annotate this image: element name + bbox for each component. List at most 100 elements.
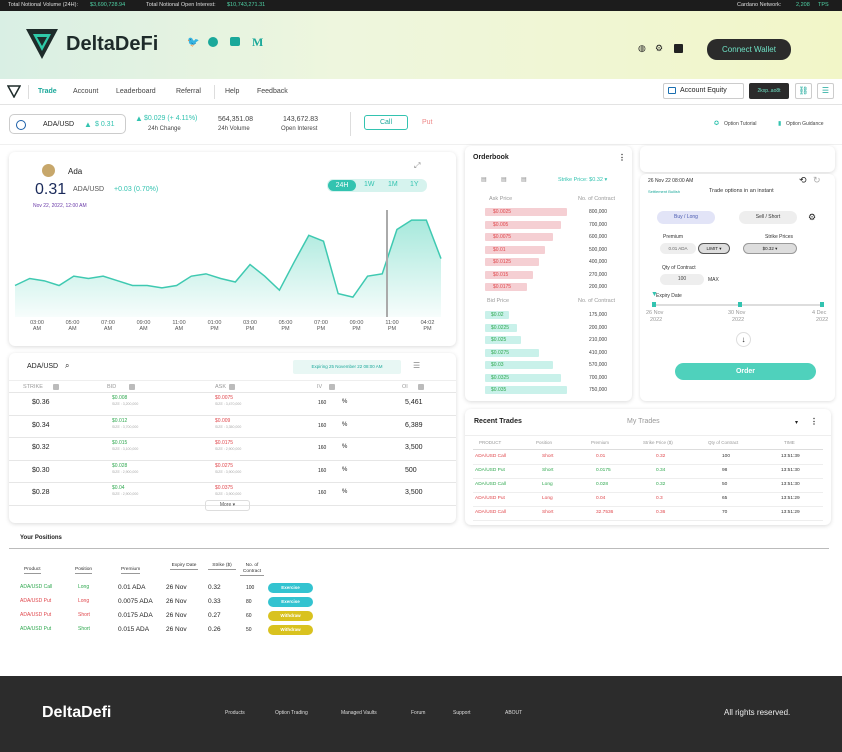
position-product[interactable]: ADA/USD Put [20, 626, 51, 632]
bid-level-price[interactable]: $0.0275 [491, 349, 509, 357]
link-icon[interactable]: ⛓ [795, 83, 812, 99]
exercise-button[interactable]: Exercise [268, 583, 313, 593]
order-type-select[interactable]: LIMIT ▾ [698, 243, 730, 254]
sort-icon[interactable] [418, 384, 424, 390]
nav-logo-icon[interactable] [7, 85, 21, 98]
bid-level-price[interactable]: $0.025 [491, 336, 506, 344]
call-button[interactable]: Call [364, 115, 408, 130]
medium-icon[interactable]: M [252, 35, 263, 50]
ask-level-price[interactable]: $0.0125 [493, 258, 511, 266]
trades-dropdown-icon[interactable]: ▾ [795, 419, 798, 426]
settings-sliders-icon[interactable]: ☰ [817, 83, 834, 99]
range-1y[interactable]: 1Y [410, 181, 419, 188]
strike-select[interactable]: $0.32 ▾ [743, 243, 797, 254]
bid-level-price[interactable]: $0.03 [491, 361, 504, 369]
put-button[interactable]: Put [422, 119, 433, 126]
order-button[interactable]: Order [675, 363, 816, 380]
ask-level-price[interactable]: $0.0025 [493, 208, 511, 216]
ask-level-price[interactable]: $0.005 [493, 221, 508, 229]
qty-input[interactable]: 100 [660, 274, 704, 285]
recent-trades-tab[interactable]: Recent Trades [474, 418, 522, 425]
expiry-day[interactable]: 30 Nov [728, 310, 745, 316]
trade-product[interactable]: ADA/USD Put [475, 496, 505, 501]
ask-level-price[interactable]: $0.0075 [493, 233, 511, 241]
bid-level-price[interactable]: $0.035 [491, 386, 506, 394]
ask-price[interactable]: $0.0175 [215, 440, 233, 446]
refresh-icon[interactable]: ↻ [813, 175, 821, 186]
expiry-day[interactable]: 26 Nov [646, 310, 663, 316]
footer-about[interactable]: ABOUT [505, 710, 522, 716]
globe-icon[interactable]: ◍ [638, 43, 646, 54]
trade-product[interactable]: ADA/USD Call [475, 510, 506, 515]
position-product[interactable]: ADA/USD Put [20, 612, 51, 618]
bid-price[interactable]: $0.04 [112, 485, 125, 491]
bid-price[interactable]: $0.008 [112, 395, 127, 401]
bid-price[interactable]: $0.015 [112, 440, 127, 446]
my-trades-tab[interactable]: My Trades [627, 418, 660, 425]
max-button[interactable]: MAX [708, 277, 719, 283]
ask-level-price[interactable]: $0.015 [493, 271, 508, 279]
bid-price[interactable]: $0.012 [112, 418, 127, 424]
connect-wallet-button[interactable]: Connect Wallet [707, 39, 791, 60]
trade-product[interactable]: ADA/USD Call [475, 454, 506, 459]
bid-price[interactable]: $0.028 [112, 463, 127, 469]
more-button[interactable]: More ▾ [205, 500, 250, 511]
arrow-down-icon[interactable]: ↓ [736, 332, 751, 347]
range-1m[interactable]: 1M [388, 181, 398, 188]
footer-forum[interactable]: Forum [411, 710, 425, 716]
price-area-chart[interactable] [9, 207, 449, 322]
bid-level-price[interactable]: $0.0225 [491, 324, 509, 332]
ask-price[interactable]: $0.0375 [215, 485, 233, 491]
order-settings-icon[interactable]: ⚙ [808, 212, 816, 223]
more-vert-icon[interactable]: ⋮ [618, 153, 626, 162]
view-bid-icon[interactable]: ▤ [501, 176, 507, 183]
nav-account[interactable]: Account [73, 88, 98, 95]
search-icon[interactable]: ⌕ [65, 361, 69, 371]
sell-short-button[interactable]: Sell / Short [739, 211, 797, 224]
expiry-selector[interactable]: Expiring 25 November 22 08:00 AM [293, 360, 401, 374]
ask-price[interactable]: $0.0075 [215, 395, 233, 401]
position-product[interactable]: ADA/USD Call [20, 584, 52, 590]
ask-price[interactable]: $0.0275 [215, 463, 233, 469]
range-24h[interactable]: 24H [328, 180, 356, 191]
footer-products[interactable]: Products [225, 710, 245, 716]
position-product[interactable]: ADA/USD Put [20, 598, 51, 604]
exercise-button[interactable]: Exercise [268, 597, 313, 607]
ask-level-price[interactable]: $0.01 [493, 246, 506, 254]
view-ask-icon[interactable]: ▤ [521, 176, 527, 183]
twitter-icon[interactable]: 🐦 [187, 37, 199, 48]
history-icon[interactable]: ⟲ [799, 175, 807, 186]
sort-icon[interactable] [329, 384, 335, 390]
sort-icon[interactable] [53, 384, 59, 390]
wallet-address-button[interactable]: 2kxp..ao8t [749, 83, 789, 99]
slider-handle[interactable]: ▼ [651, 291, 658, 298]
filter-icon[interactable]: ☰ [413, 361, 420, 370]
option-guidance-link[interactable]: Option Guidance [786, 121, 824, 127]
nav-leaderboard[interactable]: Leaderboard [116, 88, 156, 95]
bid-level-price[interactable]: $0.0325 [491, 374, 509, 382]
premium-input[interactable]: 0.01 ADA [660, 243, 696, 254]
nav-feedback[interactable]: Feedback [257, 88, 288, 95]
gear-icon[interactable]: ⚙ [655, 43, 663, 54]
ask-level-price[interactable]: $0.0175 [493, 283, 511, 291]
trade-product[interactable]: ADA/USD Call [475, 482, 506, 487]
trades-menu-icon[interactable]: ⋮ [810, 417, 818, 426]
sort-icon[interactable] [229, 384, 235, 390]
account-equity-button[interactable]: Account Equity [663, 83, 744, 99]
sort-icon[interactable] [129, 384, 135, 390]
reddit-icon[interactable] [208, 37, 218, 47]
view-both-icon[interactable]: ▤ [481, 176, 487, 183]
expiry-day[interactable]: 4 Dec [812, 310, 826, 316]
withdraw-button[interactable]: Withdraw [268, 625, 313, 635]
trade-product[interactable]: ADA/USD Put [475, 468, 505, 473]
pair-selector[interactable]: ADA/USD ▲ $ 0.31 [9, 114, 126, 134]
option-tutorial-link[interactable]: Option Tutorial [724, 121, 757, 127]
strike-price-selector[interactable]: Strike Price: $0.32 ▾ [558, 177, 607, 183]
footer-managed-vaults[interactable]: Managed Vaults [341, 710, 377, 716]
footer-support[interactable]: Support [453, 710, 471, 716]
nav-referral[interactable]: Referral [176, 88, 201, 95]
range-1w[interactable]: 1W [364, 181, 375, 188]
buy-long-button[interactable]: Buy / Long [657, 211, 715, 224]
bid-level-price[interactable]: $0.02 [491, 311, 504, 319]
ask-price[interactable]: $0.009 [215, 418, 230, 424]
